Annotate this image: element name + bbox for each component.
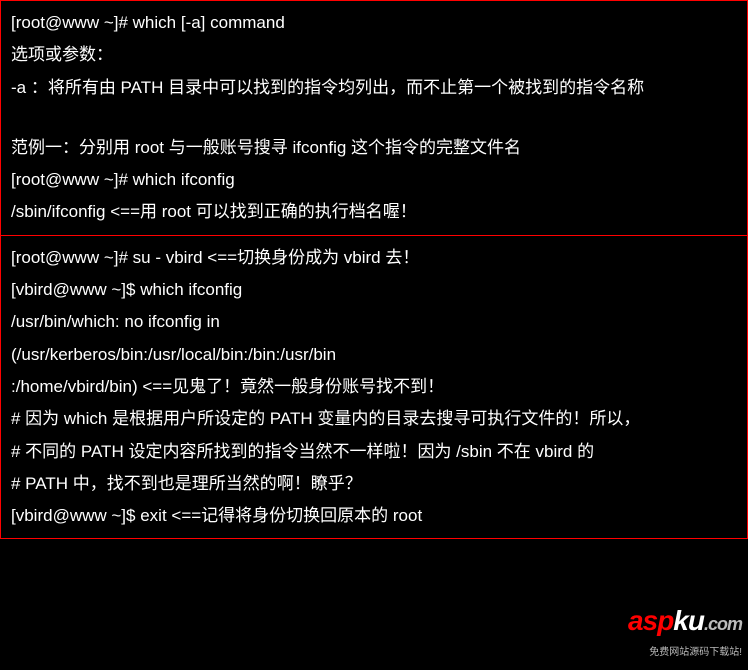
- watermark-tld: .com: [704, 614, 742, 634]
- output-line: (/usr/kerberos/bin:/usr/local/bin:/bin:/…: [11, 339, 737, 371]
- terminal-block-top: [root@www ~]# which [-a] command 选项或参数： …: [0, 0, 748, 235]
- terminal-block-bottom: [root@www ~]# su - vbird <==切换身份成为 vbird…: [0, 235, 748, 540]
- text-line: 选项或参数：: [11, 39, 737, 71]
- watermark-logo: aspku.com 免费网站源码下载站!: [628, 594, 742, 662]
- cmd-line: [root@www ~]# su - vbird <==切换身份成为 vbird…: [11, 242, 737, 274]
- comment-line: # PATH 中，找不到也是理所当然的啊！瞭乎？: [11, 468, 737, 500]
- comment-line: # 不同的 PATH 设定内容所找到的指令当然不一样啦！因为 /sbin 不在 …: [11, 436, 737, 468]
- output-line: /usr/bin/which: no ifconfig in: [11, 306, 737, 338]
- watermark-brand-b: ku: [673, 605, 704, 636]
- cmd-line: [vbird@www ~]$ exit <==记得将身份切换回原本的 root: [11, 500, 737, 532]
- watermark-tagline: 免费网站源码下载站!: [628, 643, 742, 662]
- blank-line: [11, 104, 737, 132]
- watermark-brand-a: asp: [628, 605, 673, 636]
- cmd-line: [root@www ~]# which ifconfig: [11, 164, 737, 196]
- text-line: 范例一：分别用 root 与一般账号搜寻 ifconfig 这个指令的完整文件名: [11, 132, 737, 164]
- text-line: -a ：将所有由 PATH 目录中可以找到的指令均列出，而不止第一个被找到的指令…: [11, 72, 737, 104]
- cmd-line: [vbird@www ~]$ which ifconfig: [11, 274, 737, 306]
- cmd-line: [root@www ~]# which [-a] command: [11, 7, 737, 39]
- output-line: :/home/vbird/bin) <==见鬼了！竟然一般身份账号找不到！: [11, 371, 737, 403]
- output-line: /sbin/ifconfig <==用 root 可以找到正确的执行档名喔！: [11, 196, 737, 228]
- comment-line: # 因为 which 是根据用户所设定的 PATH 变量内的目录去搜寻可执行文件…: [11, 403, 737, 435]
